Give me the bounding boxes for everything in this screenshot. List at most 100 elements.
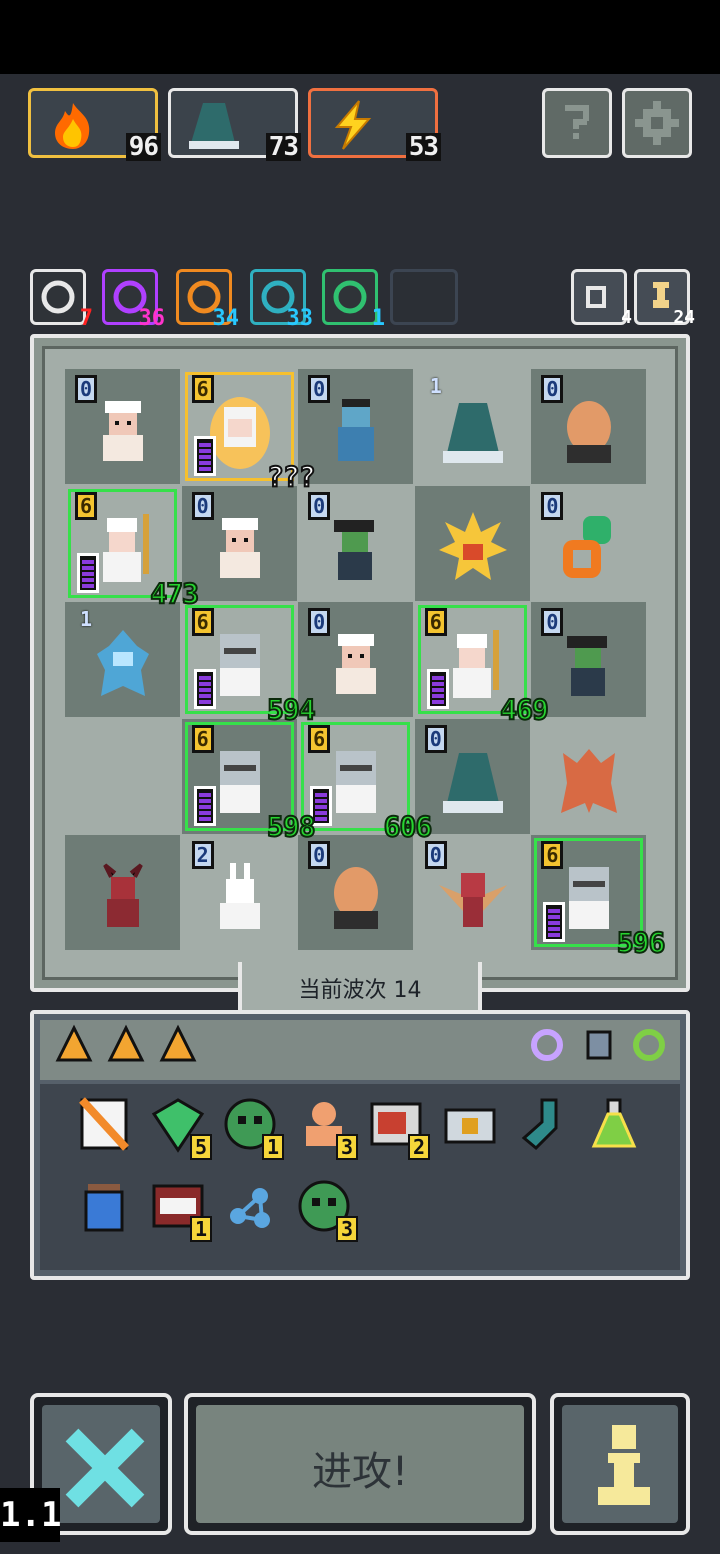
inventory-item[interactable] <box>74 1094 134 1154</box>
settings-button[interactable] <box>622 88 692 158</box>
attack-label: 进攻! <box>311 1449 409 1495</box>
board-cell-golem[interactable] <box>531 718 647 834</box>
unit-level: 0 <box>541 491 564 520</box>
board-cell-zombie[interactable]: 0 <box>298 369 414 484</box>
blob-unit-icon <box>567 401 612 463</box>
empty-buff-slot <box>390 269 458 325</box>
hood-resource: 73 <box>168 88 301 161</box>
king-unit-icon <box>219 517 260 578</box>
board-cell-knight[interactable]: 6 594 <box>181 602 317 726</box>
buff-slot[interactable]: 36 <box>102 269 165 330</box>
inventory-item[interactable]: 3 <box>294 1176 358 1242</box>
buff-slot[interactable]: 1 <box>322 269 385 330</box>
board-cell-blob[interactable]: 0 <box>298 835 414 951</box>
board-cell-chain[interactable]: 0 <box>531 485 647 601</box>
buff-slot[interactable]: 7 <box>30 269 93 330</box>
mana-bar <box>193 669 216 710</box>
attack-button[interactable]: 进攻! <box>184 1393 536 1535</box>
buff-value: 33 <box>286 306 314 331</box>
imp-unit-icon <box>103 863 143 928</box>
inventory-item[interactable] <box>74 1176 134 1236</box>
board-cell-king[interactable]: 0 <box>181 485 297 601</box>
king-unit-icon <box>336 634 377 695</box>
blob-unit-icon <box>334 867 379 930</box>
board-cell-blob[interactable]: 0 <box>531 369 647 484</box>
item-count: 1 <box>189 1216 212 1242</box>
unit-level: 0 <box>191 491 214 520</box>
inventory-item[interactable] <box>220 1176 280 1236</box>
inventory-item[interactable] <box>512 1094 572 1154</box>
inventory-item[interactable]: 5 <box>148 1094 212 1160</box>
board-cell-iceling[interactable]: 1 <box>65 602 180 718</box>
damage-value: 469 <box>499 693 550 727</box>
damage-value: 594 <box>266 693 317 727</box>
hourglass-value: 24 <box>673 307 695 328</box>
bunny-unit-icon <box>219 863 260 930</box>
board-cell-spiky[interactable] <box>414 485 530 601</box>
inventory-item[interactable]: 1 <box>220 1094 284 1160</box>
unit-level: 6 <box>191 608 214 637</box>
damage-value: ??? <box>266 460 317 493</box>
green-ring-icon[interactable] <box>630 1026 668 1064</box>
game-speed[interactable]: 1.1 <box>0 1488 61 1542</box>
board-cell-king[interactable]: 0 <box>65 369 180 484</box>
unit-level: 1 <box>79 607 93 632</box>
buff-slot[interactable]: 34 <box>176 269 239 330</box>
board-cell-imp[interactable] <box>65 835 180 951</box>
hood-unit-icon <box>442 752 503 813</box>
board-cell-goblin[interactable]: 0 <box>531 602 647 718</box>
orange-shard-icon[interactable] <box>54 1024 94 1064</box>
mana-bar <box>543 902 566 943</box>
hood-value: 73 <box>265 133 301 161</box>
inventory-item[interactable]: 2 <box>366 1094 430 1160</box>
unit-level: 0 <box>424 724 447 753</box>
board-cell-goblin[interactable]: 0 <box>298 485 414 601</box>
board-cell-hood[interactable]: 0 <box>414 718 530 834</box>
inventory-item[interactable]: 1 <box>148 1176 212 1242</box>
orange-shard-icon[interactable] <box>158 1024 198 1064</box>
buff-slot[interactable]: 33 <box>250 269 313 330</box>
inventory-item[interactable] <box>440 1094 500 1154</box>
orange-shard-icon[interactable] <box>106 1024 146 1064</box>
unit-level: 0 <box>541 608 564 637</box>
armor-icon[interactable] <box>580 1026 618 1064</box>
inventory-item[interactable]: 3 <box>294 1094 358 1160</box>
zombie-unit-icon <box>338 399 375 461</box>
board-cell-empty[interactable] <box>65 718 180 834</box>
board-cell-maiden[interactable]: 6??? <box>181 369 317 493</box>
board-cell-king[interactable]: 0 <box>298 602 414 718</box>
iceling-unit-icon <box>97 630 149 697</box>
status-bar <box>0 0 720 74</box>
unit-level: 0 <box>75 375 97 403</box>
blue-jar-icon <box>84 1184 124 1232</box>
board-cell-bunny[interactable]: 2 <box>181 835 297 951</box>
pawn-icon <box>598 1425 650 1505</box>
board-cell-knight[interactable]: 6 596 <box>531 835 666 959</box>
unit-level: 6 <box>424 608 447 637</box>
damage-value: 473 <box>149 576 200 610</box>
unit-level: 2 <box>191 841 214 870</box>
damage-value: 606 <box>383 809 434 843</box>
buff-value: 36 <box>138 306 166 331</box>
lightning-resource: 53 <box>308 88 441 161</box>
board-cell-mage[interactable]: 6 469 <box>414 602 550 726</box>
fire-icon <box>55 103 90 149</box>
help-button[interactable] <box>542 88 612 158</box>
board-cell-hood[interactable]: 1 <box>414 369 530 484</box>
reroll-counter[interactable]: 4 <box>571 269 632 328</box>
game-board: 0 6??? 0 1 0 6 473 0 0 0 1 6 594 0 6 469 0 6 598 6 606 0 2 0 0 6 5… <box>30 334 690 992</box>
damage-value: 596 <box>616 926 667 960</box>
unit-level: 0 <box>308 608 331 637</box>
item-count: 1 <box>261 1134 284 1160</box>
board-cell-bat[interactable]: 0 <box>414 835 530 951</box>
hood-unit-icon <box>442 403 503 463</box>
unit-level: 0 <box>308 375 331 403</box>
board-cell-mage[interactable]: 6 473 <box>65 485 200 609</box>
inventory-item[interactable] <box>584 1094 644 1154</box>
hourglass-counter[interactable]: 24 <box>634 269 695 328</box>
board-cell-knight[interactable]: 6 606 <box>298 718 433 842</box>
purple-ring-icon[interactable] <box>528 1026 566 1064</box>
unit-button[interactable] <box>550 1393 690 1535</box>
board-cell-knight[interactable]: 6 598 <box>181 718 317 842</box>
item-count: 3 <box>335 1216 358 1242</box>
